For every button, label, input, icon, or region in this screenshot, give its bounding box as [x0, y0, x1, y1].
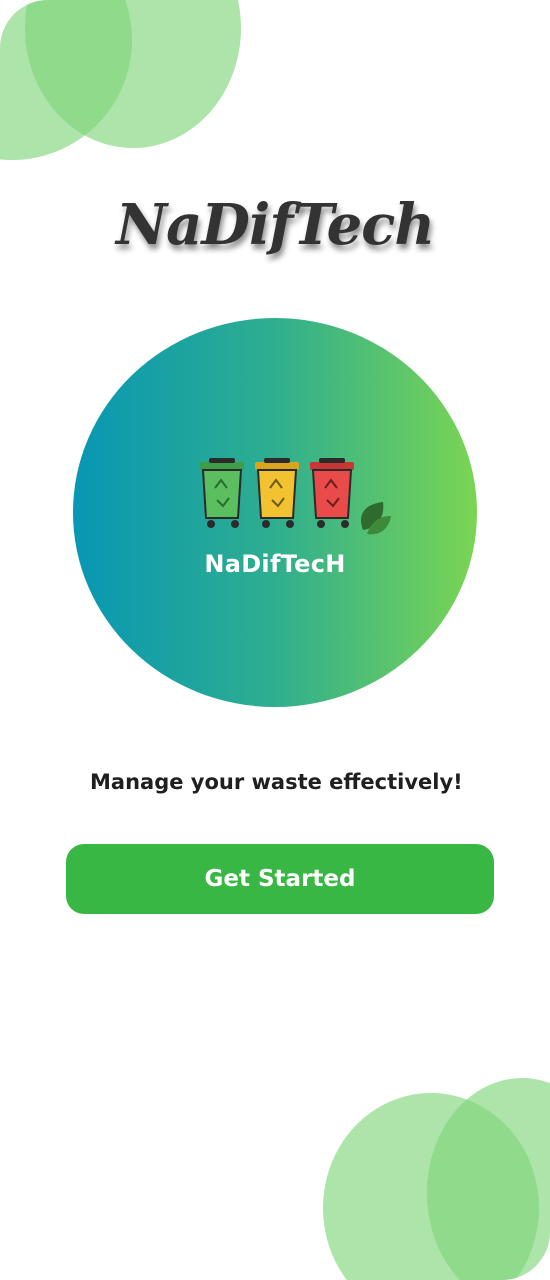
red-bin-icon — [310, 458, 354, 528]
yellow-bin-icon — [255, 458, 299, 528]
recycle-bins-icon — [200, 458, 391, 535]
app-title: NaDifTech — [115, 192, 435, 258]
leaf-icon — [361, 502, 391, 535]
get-started-button[interactable]: Get Started — [66, 844, 494, 914]
app-logo: NaDifTecH — [73, 318, 477, 707]
welcome-screen: NaDifTech NaDifTecH Manage your waste ef… — [0, 0, 550, 1280]
tagline: Manage your waste effectively! — [90, 770, 463, 794]
green-bin-icon — [200, 458, 244, 528]
logo-wordmark: NaDifTecH — [204, 550, 346, 578]
